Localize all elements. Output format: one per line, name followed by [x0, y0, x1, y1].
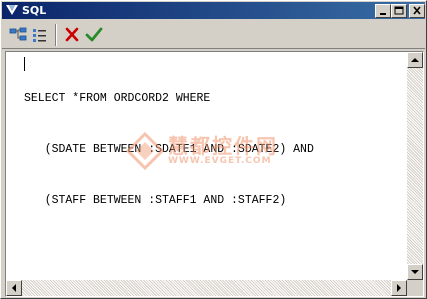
sql-code[interactable]: SELECT *FROM ORDCORD2 WHERE (SDATE BETWE…	[24, 56, 314, 243]
scroll-up-button[interactable]	[407, 52, 423, 68]
arrow-right-icon	[397, 284, 401, 292]
cancel-icon	[65, 27, 79, 42]
code-line: SELECT *FROM ORDCORD2 WHERE	[24, 92, 211, 105]
scroll-left-button[interactable]	[6, 280, 22, 296]
maximize-button[interactable]	[391, 4, 407, 18]
title-bar[interactable]: SQL	[2, 2, 425, 19]
ok-button[interactable]	[84, 25, 104, 45]
sql-window: SQL SELECT *FROM ORDCORD2 WHERE (SDATE B…	[0, 0, 427, 299]
app-icon	[5, 3, 19, 17]
arrow-up-icon	[411, 58, 419, 62]
arrow-down-icon	[411, 270, 419, 274]
window-title: SQL	[22, 4, 47, 17]
scroll-down-button[interactable]	[407, 264, 423, 280]
maximize-icon	[394, 6, 404, 15]
arrow-left-icon	[12, 284, 16, 292]
close-button[interactable]	[409, 4, 425, 18]
close-icon	[413, 6, 421, 15]
code-line: (SDATE BETWEEN :SDATE1 AND :SDATE2) AND	[24, 143, 314, 156]
toolbar-separator	[55, 24, 57, 46]
code-line: (STAFF BETWEEN :STAFF1 AND :STAFF2)	[24, 194, 287, 207]
minimize-icon	[380, 13, 386, 15]
horizontal-scrollbar[interactable]	[6, 280, 407, 296]
list-icon	[33, 29, 46, 42]
tree-icon	[9, 27, 27, 41]
minimize-button[interactable]	[375, 4, 391, 18]
cancel-button[interactable]	[62, 25, 82, 45]
list-view-button[interactable]	[30, 25, 50, 45]
sql-editor[interactable]: SELECT *FROM ORDCORD2 WHERE (SDATE BETWE…	[5, 51, 424, 297]
toolbar	[2, 20, 425, 49]
scroll-right-button[interactable]	[391, 280, 407, 296]
ok-icon	[85, 27, 103, 42]
text-caret	[24, 57, 25, 71]
size-grip[interactable]	[407, 280, 423, 296]
tree-view-button[interactable]	[8, 25, 28, 45]
vertical-scrollbar[interactable]	[407, 52, 423, 280]
